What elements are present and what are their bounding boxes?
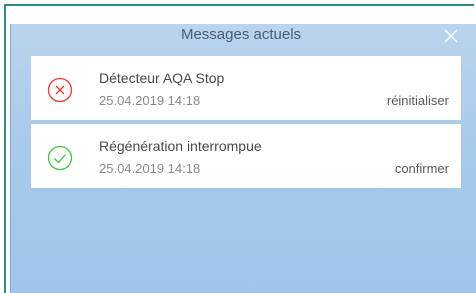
message-title: Détecteur AQA Stop <box>99 70 225 86</box>
confirm-button[interactable]: confirmer <box>395 161 449 176</box>
close-icon[interactable] <box>443 28 459 44</box>
message-card: Détecteur AQA Stop 25.04.2019 14:18 réin… <box>31 56 461 120</box>
message-card: Régénération interrompue 25.04.2019 14:1… <box>31 124 461 188</box>
dialog-title: Messages actuels <box>180 26 302 43</box>
check-circle-icon <box>47 145 73 171</box>
reset-button[interactable]: réinitialiser <box>387 93 449 108</box>
message-timestamp: 25.04.2019 14:18 <box>99 93 201 108</box>
error-circle-x-icon <box>47 77 73 103</box>
messages-dialog: Messages actuels Détecteur AQA Stop 25.0… <box>10 24 476 293</box>
message-title: Régénération interrompue <box>99 138 262 154</box>
message-timestamp: 25.04.2019 14:18 <box>99 161 201 176</box>
